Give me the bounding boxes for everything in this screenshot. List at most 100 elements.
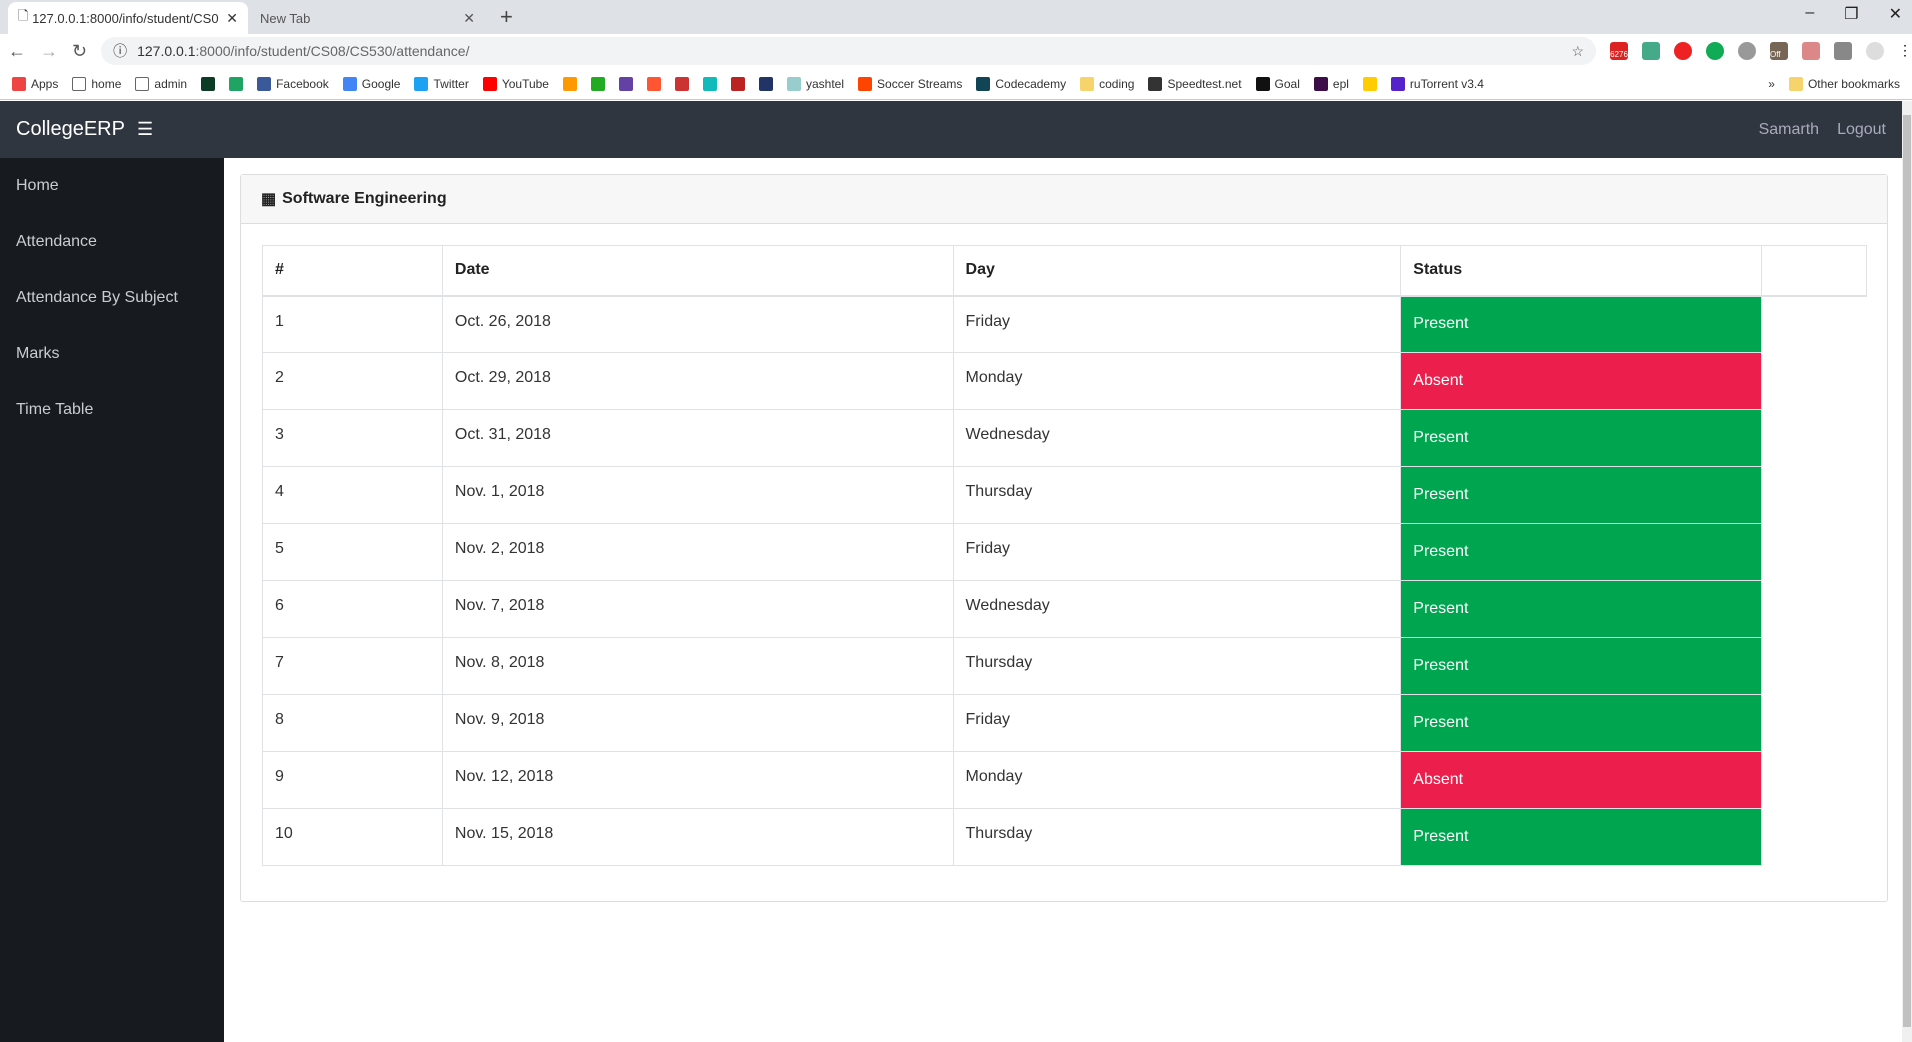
- more-bookmarks-icon[interactable]: »: [1768, 77, 1775, 91]
- brand-logo[interactable]: CollegeERP: [16, 118, 125, 141]
- cell-number: 9: [262, 751, 443, 809]
- forward-icon[interactable]: →: [40, 41, 58, 62]
- cell-day: Thursday: [952, 808, 1402, 866]
- bookmark-item[interactable]: ruTorrent v3.4: [1390, 76, 1484, 91]
- cell-day: Friday: [952, 694, 1402, 752]
- tab-attendance[interactable]: 🗋 127.0.0.1:8000/info/student/CS0 ✕: [8, 2, 248, 34]
- pdf-extension-icon[interactable]: [1802, 42, 1820, 60]
- bookmark-label: Codecademy: [995, 76, 1067, 91]
- bookmark-item[interactable]: Soccer Streams: [858, 76, 963, 91]
- bookmark-item[interactable]: [758, 76, 773, 91]
- back-icon[interactable]: ←: [8, 41, 26, 62]
- table-row: 3 Oct. 31, 2018 Wednesday Present: [262, 409, 1867, 467]
- close-tab-icon[interactable]: ✕: [463, 10, 475, 27]
- bookmark-item[interactable]: YouTube: [482, 76, 549, 91]
- bookmark-item[interactable]: coding: [1080, 76, 1135, 91]
- bookmark-label: epl: [1332, 76, 1349, 91]
- cell-number: 5: [262, 523, 443, 581]
- extension-icon[interactable]: [1642, 42, 1660, 60]
- table-row: 1 Oct. 26, 2018 Friday Present: [262, 295, 1867, 353]
- cell-number: 3: [262, 409, 443, 467]
- bookmark-label: Speedtest.net: [1167, 76, 1242, 91]
- bookmark-favicon-icon: [1080, 76, 1095, 91]
- column-header-number: #: [262, 245, 443, 297]
- table-row: 5 Nov. 2, 2018 Friday Present: [262, 523, 1867, 581]
- profile-avatar-icon[interactable]: [1866, 42, 1884, 60]
- cell-date: Nov. 1, 2018: [441, 466, 954, 524]
- extensions: 6276 Off ⋮: [1610, 42, 1912, 60]
- bookmark-favicon-icon: [414, 76, 429, 91]
- opera-extension-icon[interactable]: [1674, 42, 1692, 60]
- bookmark-item[interactable]: yashtel: [786, 76, 844, 91]
- page-icon: 🗋: [18, 8, 33, 23]
- cell-empty: [1762, 695, 1867, 752]
- extension-icon[interactable]: [1834, 42, 1852, 60]
- bookmark-item[interactable]: Codecademy: [976, 76, 1067, 91]
- gmail-extension-icon[interactable]: 6276: [1610, 42, 1628, 60]
- url-input[interactable]: ⓘ 127.0.0.1:8000/info/student/CS08/CS530…: [101, 37, 1596, 65]
- cell-day: Friday: [952, 523, 1402, 581]
- restore-icon[interactable]: ❐: [1844, 4, 1858, 24]
- bookmark-item[interactable]: Google: [342, 76, 400, 91]
- bookmark-item[interactable]: [590, 76, 605, 91]
- page-scrollbar[interactable]: [1902, 101, 1912, 1042]
- bookmark-favicon-icon: [72, 76, 87, 91]
- bookmark-item[interactable]: Twitter: [414, 76, 469, 91]
- scrollbar-thumb[interactable]: [1903, 115, 1911, 1027]
- bookmark-item[interactable]: Speedtest.net: [1148, 76, 1242, 91]
- bookmark-favicon-icon: [229, 76, 244, 91]
- bookmark-item[interactable]: Goal: [1255, 76, 1300, 91]
- bookmark-item[interactable]: Facebook: [257, 76, 329, 91]
- minimize-icon[interactable]: –: [1805, 4, 1814, 24]
- cell-empty: [1762, 638, 1867, 695]
- sidebar-item-marks[interactable]: Marks: [0, 326, 224, 382]
- sidebar-item-attendance[interactable]: Attendance: [0, 214, 224, 270]
- bookmark-item[interactable]: [1362, 76, 1377, 91]
- tab-bar: 🗋 127.0.0.1:8000/info/student/CS0 ✕ New T…: [0, 0, 1912, 34]
- bookmark-label: Twitter: [433, 76, 469, 91]
- sidebar-item-attendance-by-subject[interactable]: Attendance By Subject: [0, 270, 224, 326]
- sidebar-item-time-table[interactable]: Time Table: [0, 382, 224, 438]
- reload-icon[interactable]: ↻: [72, 41, 87, 62]
- bookmark-item[interactable]: Apps: [12, 76, 58, 91]
- bookmark-label: coding: [1099, 76, 1135, 91]
- extension-icon[interactable]: [1706, 42, 1724, 60]
- bookmark-item[interactable]: [562, 76, 577, 91]
- logout-link[interactable]: Logout: [1837, 121, 1886, 139]
- cell-date: Oct. 29, 2018: [441, 352, 954, 410]
- hamburger-menu-icon[interactable]: ☰: [137, 119, 153, 140]
- bookmark-item[interactable]: home: [72, 76, 121, 91]
- bookmark-item[interactable]: [646, 76, 661, 91]
- user-link[interactable]: Samarth: [1759, 121, 1819, 139]
- top-navbar: CollegeERP ☰ Samarth Logout: [0, 101, 1902, 158]
- cell-number: 4: [262, 466, 443, 524]
- cell-empty: [1762, 296, 1867, 353]
- bookmark-label: Soccer Streams: [877, 76, 963, 91]
- extension-icon[interactable]: [1738, 42, 1756, 60]
- bookmark-favicon-icon: [257, 76, 272, 91]
- attendance-card: ▦ Software Engineering # Date Day Status…: [240, 174, 1888, 902]
- bookmark-star-icon[interactable]: ☆: [1571, 43, 1584, 60]
- bookmark-item[interactable]: admin: [135, 76, 187, 91]
- close-tab-icon[interactable]: ✕: [226, 10, 238, 27]
- bookmark-item[interactable]: [730, 76, 745, 91]
- bookmark-item[interactable]: [702, 76, 717, 91]
- bookmark-item[interactable]: [618, 76, 633, 91]
- bookmark-favicon-icon: [730, 76, 745, 91]
- sidebar-item-home[interactable]: Home: [0, 158, 224, 214]
- cell-status: Present: [1400, 694, 1763, 752]
- cell-day: Thursday: [952, 466, 1402, 524]
- bookmark-favicon-icon: [1362, 76, 1377, 91]
- close-window-icon[interactable]: ✕: [1889, 4, 1902, 24]
- bookmark-other[interactable]: Other bookmarks: [1788, 76, 1900, 91]
- menu-kebab-icon[interactable]: ⋮: [1898, 42, 1912, 60]
- bookmark-item[interactable]: [229, 76, 244, 91]
- new-tab-button[interactable]: +: [500, 4, 513, 30]
- extension-icon[interactable]: Off: [1770, 42, 1788, 60]
- bookmark-item[interactable]: [201, 76, 216, 91]
- bookmark-item[interactable]: epl: [1313, 76, 1349, 91]
- bookmark-item[interactable]: [674, 76, 689, 91]
- tab-new-tab[interactable]: New Tab ✕: [250, 2, 485, 34]
- bookmark-favicon-icon: [1390, 76, 1405, 91]
- cell-status: Absent: [1400, 751, 1763, 809]
